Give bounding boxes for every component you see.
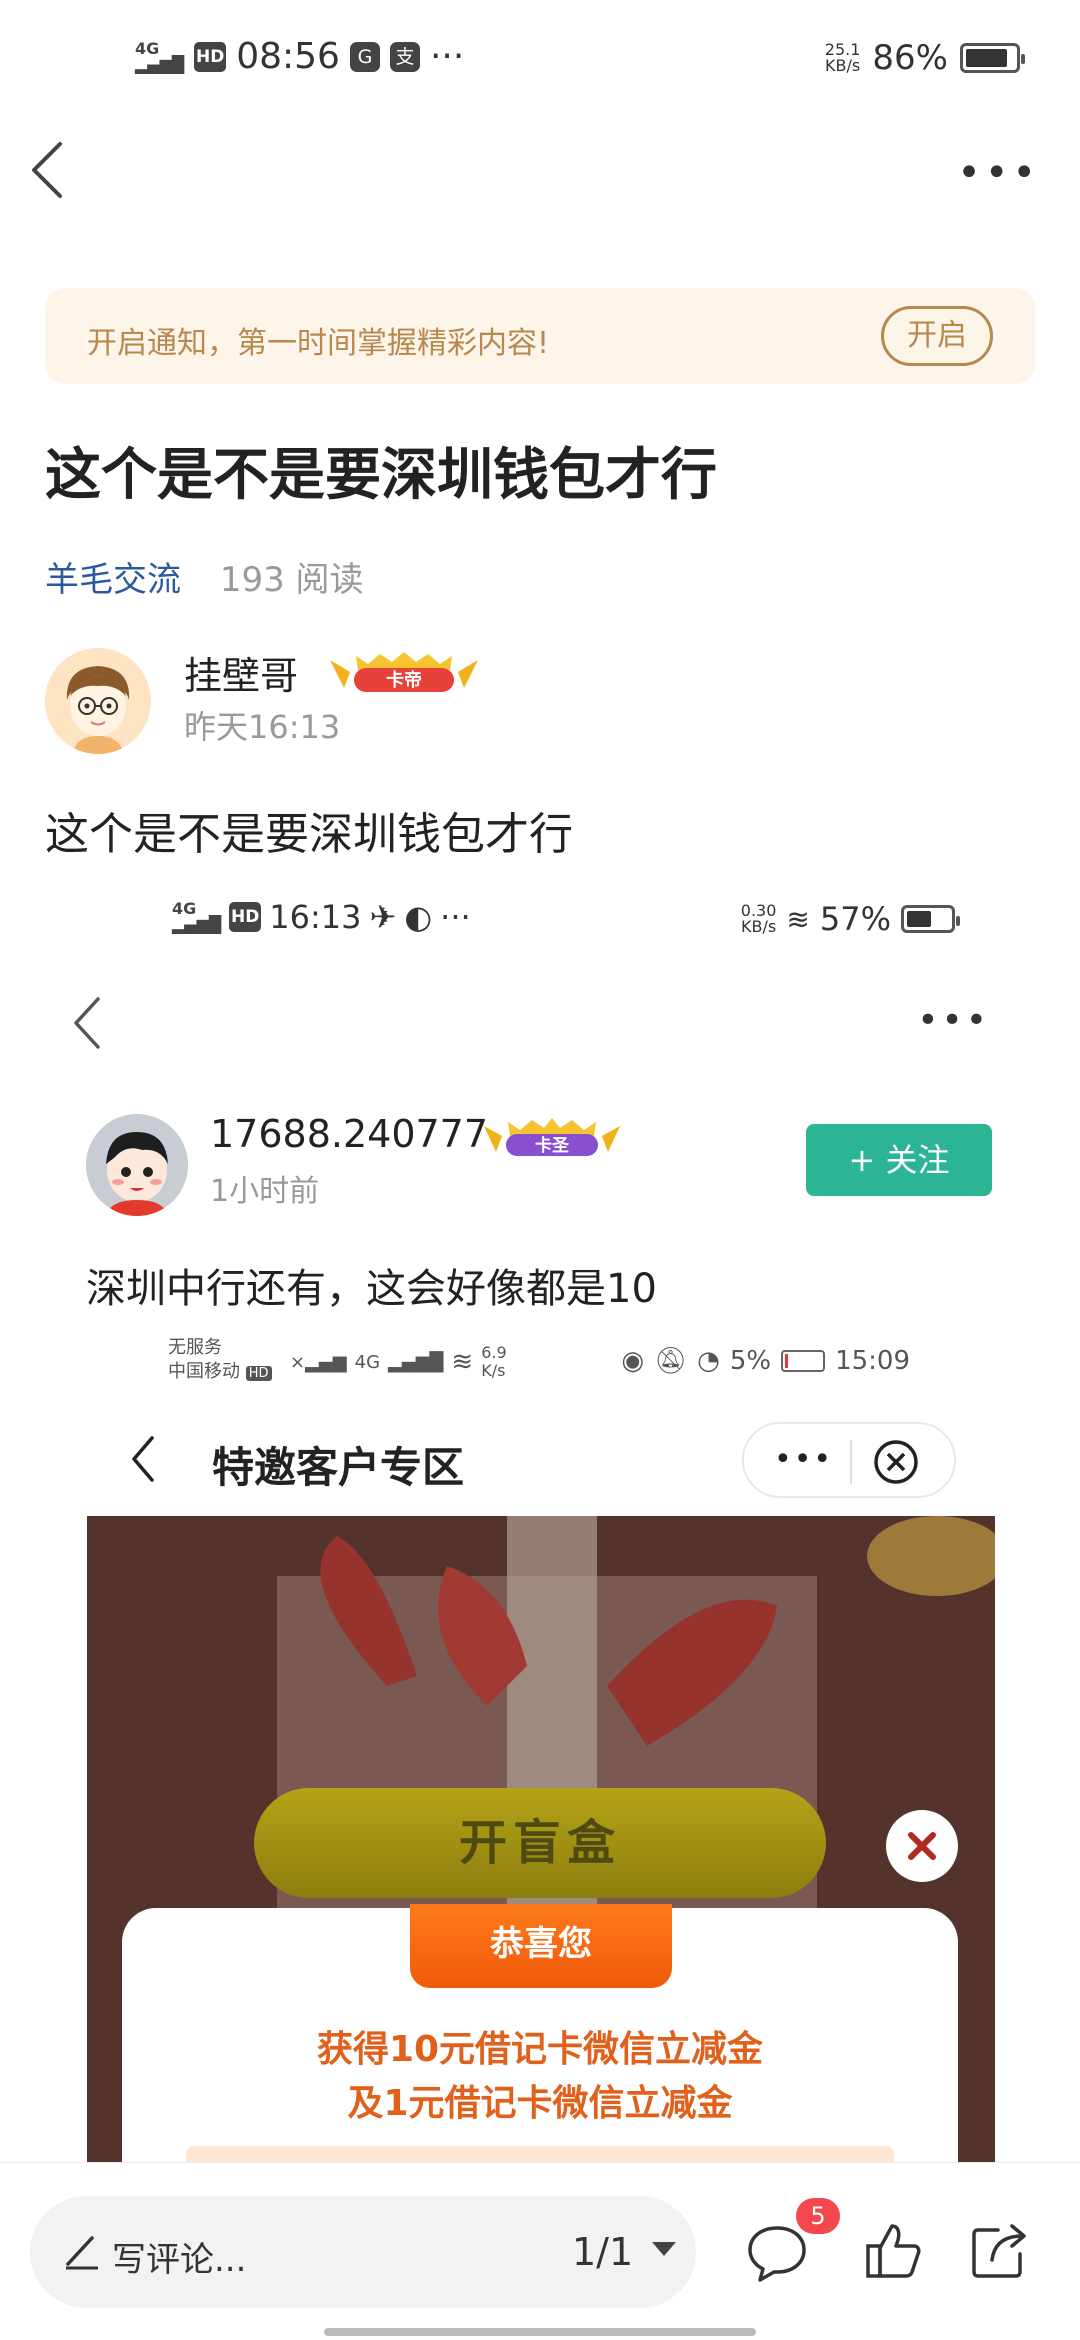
embedded-carrier: 无服务 中国移动 HD bbox=[168, 1336, 272, 1386]
back-icon[interactable] bbox=[28, 140, 68, 200]
hd-icon: HD bbox=[229, 902, 262, 932]
back-icon bbox=[132, 1436, 154, 1482]
mute-icon: 🔕︎ bbox=[654, 1346, 688, 1376]
enable-notification-button[interactable]: 开启 bbox=[881, 306, 993, 366]
prize-line-2: 及1元借记卡微信立减金 bbox=[347, 2083, 733, 2124]
wifi-icon: ≋ bbox=[786, 902, 810, 936]
status-bar: 4G ▂▄▆█ HD 08:56 G 支 ··· 25.1 KB/s 86% bbox=[0, 0, 1080, 120]
embedded-status-right: 0.30 KB/s ≋ 57% bbox=[740, 900, 960, 938]
commenter-name: 17688.240777 bbox=[210, 1112, 489, 1156]
notification-icon: ✈ bbox=[369, 898, 397, 936]
comment-icon[interactable] bbox=[746, 2222, 808, 2284]
prize-card-strip bbox=[186, 2146, 894, 2162]
embedded-status-bar: 4G ▂▄▆█ HD 16:13 ✈ ◐ ··· bbox=[172, 898, 471, 936]
category-link[interactable]: 羊毛交流 bbox=[45, 560, 181, 600]
network-speed: 0.30 KB/s bbox=[740, 901, 777, 936]
embedded-status-time: 15:09 bbox=[835, 1346, 910, 1376]
prize-card-header: 恭喜您 bbox=[410, 1904, 672, 1988]
close-icon bbox=[874, 1440, 918, 1484]
signal-icon: ×▂▄▆ bbox=[290, 1351, 347, 1373]
more-icon: ••• bbox=[774, 1442, 834, 1477]
comment-text: 深圳中行还有，这会好像都是10 bbox=[86, 1266, 657, 1312]
network-speed: 25.1 KB/s bbox=[824, 40, 861, 75]
network-type: 4G bbox=[135, 38, 160, 58]
hd-icon: HD bbox=[194, 41, 227, 72]
comment-time: 1小时前 bbox=[210, 1174, 320, 1209]
app-notification-icon: G bbox=[349, 41, 380, 72]
post-body: 这个是不是要深圳钱包才行 bbox=[45, 809, 573, 860]
post-time: 昨天16:13 bbox=[184, 708, 341, 746]
signal-icon: 4G ▂▄▆█ bbox=[135, 38, 185, 74]
wifi-icon: ≋ bbox=[451, 1347, 474, 1377]
caret-down-icon[interactable] bbox=[652, 2242, 676, 2256]
miniprogram-capsule: ••• bbox=[742, 1422, 956, 1498]
signal-icon: ▂▄▆█ bbox=[388, 1351, 444, 1373]
prize-line-1: 获得10元借记卡微信立减金 bbox=[316, 2029, 764, 2070]
author-avatar[interactable] bbox=[45, 648, 151, 754]
battery-icon bbox=[901, 905, 960, 933]
battery-percent: 86% bbox=[872, 38, 948, 78]
more-notifications: ··· bbox=[440, 898, 471, 936]
network-speed: 6.9 K/s bbox=[481, 1343, 507, 1380]
app-icon: ◐ bbox=[404, 898, 433, 936]
status-time: 08:56 bbox=[236, 36, 340, 77]
back-icon bbox=[74, 997, 100, 1049]
embedded-status-right: ◉ 🔕︎ ◔ 5% 15:09 bbox=[621, 1346, 910, 1376]
network-type: 4G bbox=[354, 1351, 381, 1373]
level-badge-icon: 卡帝 bbox=[330, 652, 478, 692]
banner-text: 开启通知，第一时间掌握精彩内容! bbox=[87, 326, 550, 361]
battery-icon bbox=[781, 1350, 826, 1372]
speed-icon: ◔ bbox=[697, 1346, 720, 1376]
more-notifications: ··· bbox=[429, 36, 465, 77]
author-name[interactable]: 挂壁哥 bbox=[184, 645, 298, 700]
post-meta: 羊毛交流 193 阅读 bbox=[45, 552, 364, 601]
embedded-status-time: 16:13 bbox=[269, 898, 362, 936]
read-count: 193 阅读 bbox=[219, 560, 364, 600]
badge-text: 卡帝 bbox=[386, 669, 422, 691]
home-indicator[interactable] bbox=[324, 2328, 756, 2336]
level-badge-icon: 卡圣 bbox=[484, 1118, 620, 1156]
commenter-avatar bbox=[86, 1114, 188, 1216]
comment-count-badge: 5 bbox=[796, 2198, 840, 2234]
battery-percent: 5% bbox=[729, 1346, 772, 1376]
follow-button: + 关注 bbox=[806, 1124, 992, 1196]
more-menu-button[interactable]: ••• bbox=[957, 150, 1040, 196]
page-indicator[interactable]: 1/1 bbox=[572, 2230, 633, 2274]
embedded-signal: ×▂▄▆ 4G ▂▄▆█ ≋ 6.9 K/s bbox=[290, 1344, 507, 1380]
embedded-page-title: 特邀客户专区 bbox=[212, 1443, 465, 1492]
more-icon: ••• bbox=[917, 1000, 990, 1041]
notification-banner: 开启通知，第一时间掌握精彩内容! 开启 bbox=[45, 288, 1035, 384]
alipay-icon: 支 bbox=[389, 41, 420, 72]
signal-icon: 4G ▂▄▆█ bbox=[172, 899, 222, 934]
post-title: 这个是不是要深圳钱包才行 bbox=[45, 443, 717, 508]
pencil-icon bbox=[66, 2236, 98, 2270]
battery-percent: 57% bbox=[819, 900, 891, 938]
open-blind-box-button: 开盲盒 bbox=[254, 1788, 826, 1898]
battery-icon bbox=[960, 43, 1025, 73]
eye-icon: ◉ bbox=[621, 1346, 645, 1376]
share-icon[interactable] bbox=[970, 2220, 1030, 2280]
comment-placeholder[interactable]: 写评论... bbox=[112, 2232, 246, 2281]
close-popup-icon bbox=[886, 1810, 958, 1882]
badge-text: 卡圣 bbox=[535, 1135, 570, 1156]
thumbs-up-icon[interactable] bbox=[864, 2220, 922, 2280]
